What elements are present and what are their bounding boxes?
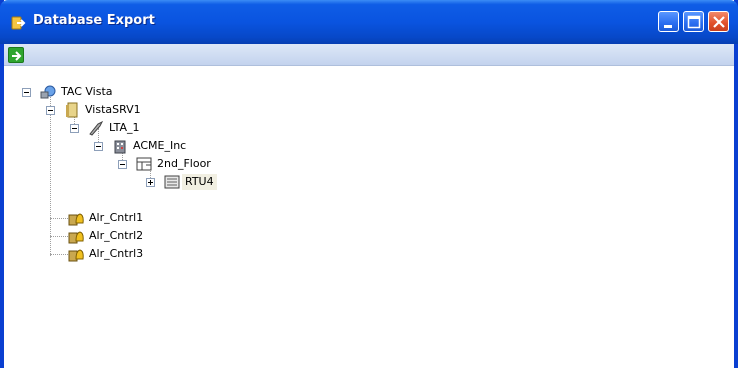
tree-node-alr-cntrl3[interactable]: Alr_Cntrl3 [66,245,146,263]
expander-rtu4[interactable] [146,178,155,187]
expander-acme-inc[interactable] [94,142,103,151]
building-icon [114,140,126,154]
tree-label: Alr_Cntrl2 [89,229,144,242]
tree-node-alr-cntrl2[interactable]: Alr_Cntrl2 [66,227,146,245]
toolbar [4,44,734,66]
export-button[interactable] [8,47,24,63]
key-icon [89,120,104,136]
tree-label: LTA_1 [109,121,140,134]
expander-tac-vista[interactable] [22,88,31,97]
tree-node-2nd-floor[interactable]: 2nd_Floor [134,155,214,173]
expander-2nd-floor[interactable] [118,160,127,169]
server-icon [66,102,78,118]
tree-connector [50,92,51,256]
floor-icon [136,157,152,171]
alarm-bell-icon [68,213,84,226]
tree-node-vistasrv1[interactable]: VistaSRV1 [62,101,144,119]
tree-node-acme-inc[interactable]: ACME_Inc [110,137,189,155]
tree-label: Alr_Cntrl1 [89,211,144,224]
maximize-button[interactable] [683,11,704,32]
minimize-button[interactable] [658,11,679,32]
tree-label: TAC Vista [61,85,113,98]
database-export-window: Database Export TAC Vista VistaSRV1 LTA_… [0,0,738,368]
green-arrow-right-icon [12,51,22,61]
tree-node-rtu4[interactable]: RTU4 [162,173,217,191]
tree-label: Alr_Cntrl3 [89,247,144,260]
tree-node-lta-1[interactable]: LTA_1 [86,119,143,137]
alarm-bell-icon [68,231,84,244]
expander-lta-1[interactable] [70,124,79,133]
export-tree: TAC Vista VistaSRV1 LTA_1 ACME_Inc 2nd_F… [4,66,734,368]
maximize-icon [687,15,701,29]
network-globe-icon [40,85,56,99]
tree-node-tac-vista[interactable]: TAC Vista [38,83,116,101]
tree-label: 2nd_Floor [157,157,211,170]
title-bar[interactable]: Database Export [0,0,738,44]
controller-icon [164,175,180,189]
tree-label: RTU4 [182,174,217,190]
tree-label: VistaSRV1 [85,103,141,116]
tree-label: ACME_Inc [133,139,187,152]
tree-node-alr-cntrl1[interactable]: Alr_Cntrl1 [66,209,146,227]
expander-vistasrv1[interactable] [46,106,55,115]
close-button[interactable] [708,11,729,32]
window-title: Database Export [33,13,155,28]
alarm-bell-icon [68,249,84,262]
close-icon [713,16,725,28]
minimize-icon [664,25,672,28]
export-arrow-icon [11,16,26,30]
